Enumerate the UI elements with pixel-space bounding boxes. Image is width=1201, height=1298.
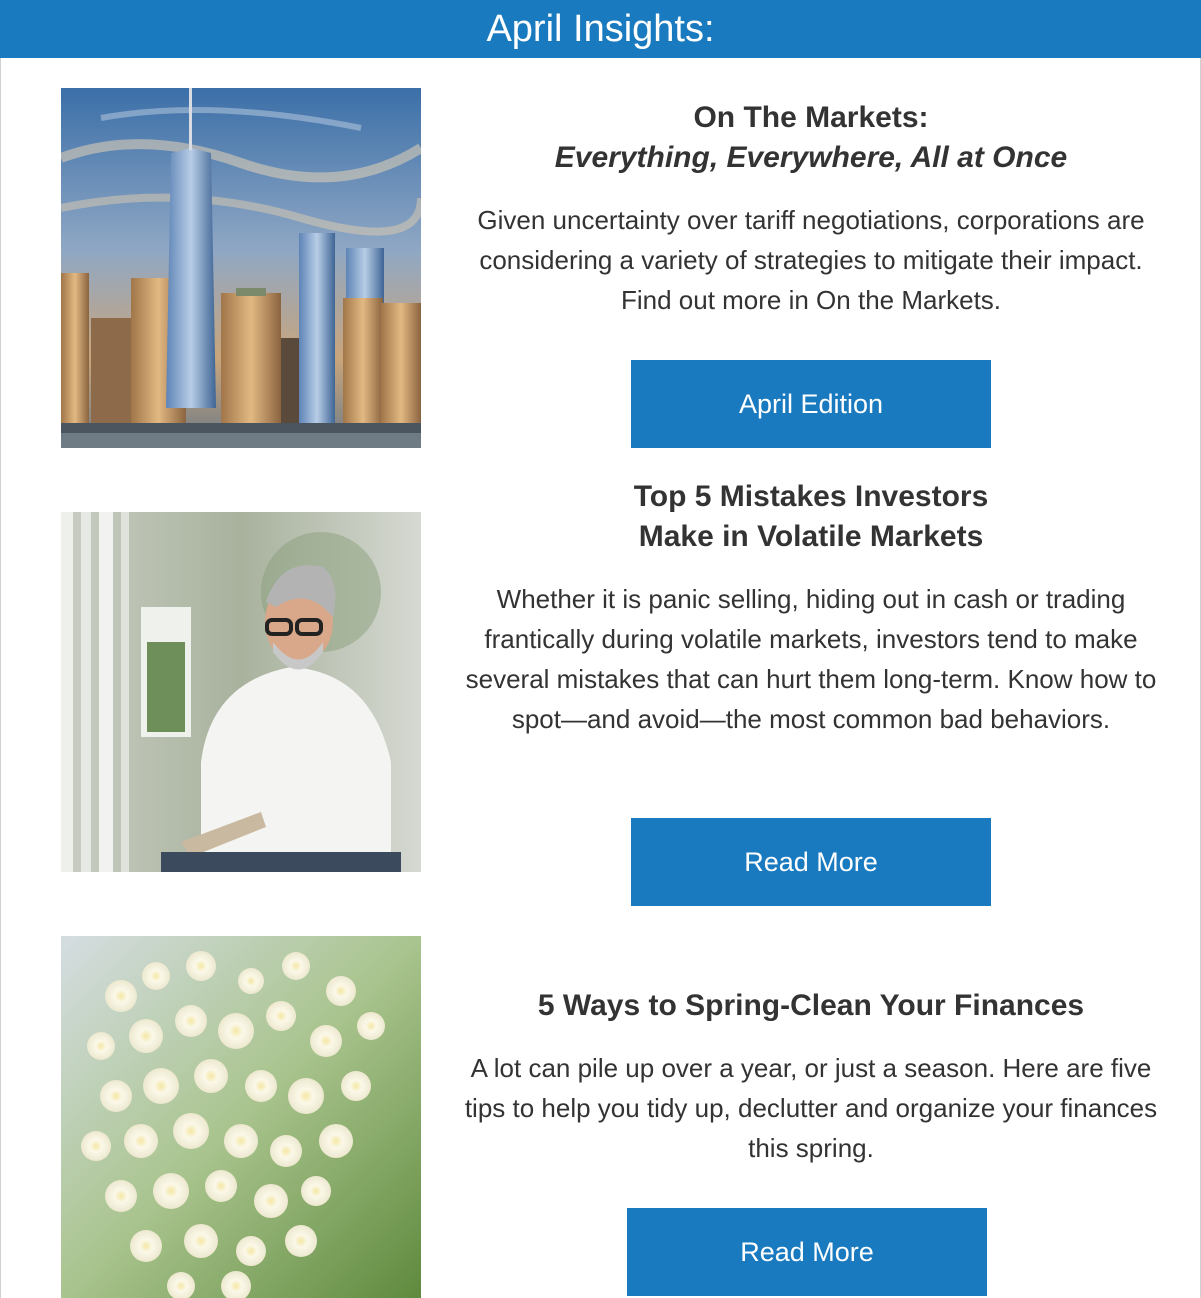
- man-with-tablet-image[interactable]: [61, 512, 421, 872]
- article-summary: Given uncertainty over tariff negotiatio…: [477, 205, 1145, 315]
- april-edition-button[interactable]: April Edition: [631, 360, 991, 448]
- city-skyline-image[interactable]: [61, 88, 421, 448]
- frame-border-left: [0, 58, 1, 1298]
- page-title: April Insights:: [486, 7, 715, 50]
- article-on-the-markets: On The Markets: Everything, Everywhere, …: [461, 98, 1161, 320]
- read-more-button[interactable]: Read More: [627, 1208, 987, 1296]
- page-header: April Insights:: [0, 0, 1201, 58]
- article-title: On The Markets:: [693, 101, 929, 134]
- article-title: 5 Ways to Spring-Clean Your Finances: [537, 989, 1085, 1022]
- newsletter-page: April Insights: On The Markets: Everythi…: [0, 0, 1201, 1298]
- article-summary: Whether it is panic selling, hiding out …: [465, 584, 1157, 734]
- read-more-button[interactable]: Read More: [631, 818, 991, 906]
- article-title-line-1: Top 5 Mistakes Investors: [633, 480, 989, 513]
- article-subtitle: Everything, Everywhere, All at Once: [554, 141, 1068, 174]
- article-spring-clean: 5 Ways to Spring-Clean Your Finances A l…: [461, 986, 1161, 1168]
- white-flowers-image[interactable]: [61, 936, 421, 1298]
- article-top-5-mistakes: Top 5 Mistakes Investors Make in Volatil…: [461, 477, 1161, 739]
- article-title-line-2: Make in Volatile Markets: [638, 520, 984, 553]
- article-summary: A lot can pile up over a year, or just a…: [464, 1053, 1158, 1163]
